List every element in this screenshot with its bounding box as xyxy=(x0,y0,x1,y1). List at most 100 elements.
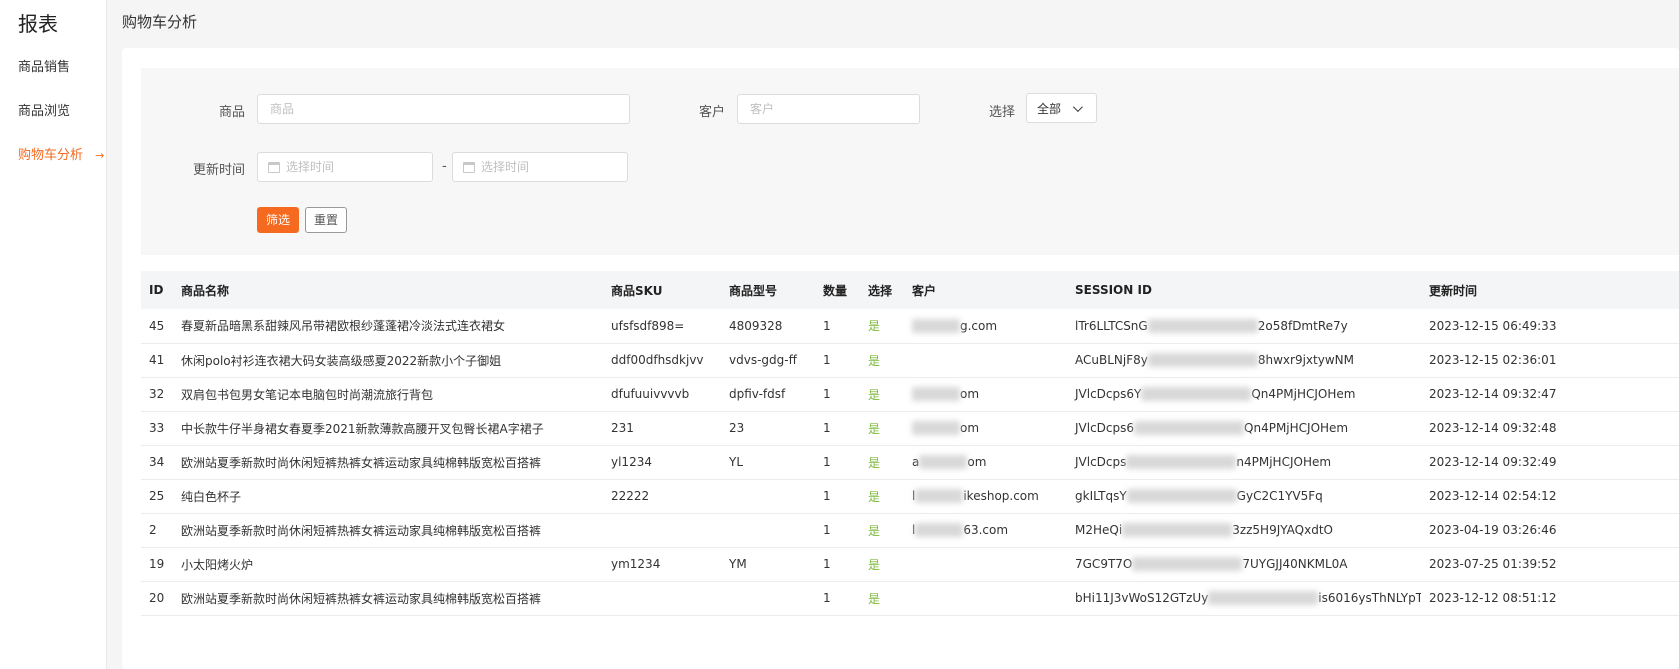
cell-select: 是 xyxy=(868,557,881,572)
cell-session-id: JVlcDcps n4PMjHCJOHem xyxy=(1067,445,1421,479)
table-row[interactable]: 20 欧洲站夏季新款时尚休闲短裤热裤女裤运动家具纯棉韩版宽松百搭裤 1 是 bHi11J… xyxy=(141,581,1679,615)
date-separator: - xyxy=(442,159,447,174)
col-id: ID xyxy=(149,283,164,297)
sidebar-item-product-browse[interactable]: 商品浏览 xyxy=(18,100,70,119)
redacted-blur xyxy=(912,421,960,436)
cell-update-time: 2023-12-15 02:36:01 xyxy=(1429,353,1557,367)
product-input[interactable] xyxy=(257,94,630,124)
cell-id: 45 xyxy=(149,318,165,333)
session-prefix: 7GC9T7O xyxy=(1075,556,1133,571)
cell-sku: ym1234 xyxy=(611,557,661,571)
cell-id: 32 xyxy=(149,387,165,401)
cell-customer: l ikeshop.com xyxy=(904,479,1067,513)
sidebar-item-label: 商品浏览 xyxy=(18,104,71,119)
cell-product-name: 欧洲站夏季新款时尚休闲短裤热裤女裤运动家具纯棉韩版宽松百搭裤 xyxy=(181,523,542,538)
session-prefix: gkILTqsY xyxy=(1075,488,1127,503)
cell-session-id: JVlcDcps6Y Qn4PMjHCJOHem xyxy=(1067,377,1421,411)
redacted-blur xyxy=(1122,523,1233,538)
cell-product-name: 中长款牛仔半身裙女春夏季2021新款薄款高腰开叉包臀长裙A字裙子 xyxy=(181,421,544,436)
cell-sku: ddf00dfhsdkjvv xyxy=(611,353,704,367)
redacted-blur xyxy=(919,455,968,470)
cell-qty: 1 xyxy=(823,591,831,605)
table-row[interactable]: 25 纯白色杯子 22222 1 是 l ikeshop.com gkILTqsY GyC2C1… xyxy=(141,479,1679,513)
product-label: 商品 xyxy=(218,105,245,120)
calendar-icon xyxy=(463,161,475,173)
customer-input[interactable] xyxy=(737,94,920,124)
cell-update-time: 2023-12-14 09:32:48 xyxy=(1429,421,1557,435)
sidebar-item-cart-analysis[interactable]: 购物车分析 → xyxy=(18,144,104,163)
cell-model: YL xyxy=(729,455,744,469)
sidebar-item-label: 购物车分析 xyxy=(18,148,84,163)
table-header-row: ID 商品名称 商品SKU 商品型号 数量 选择 客户 SESSION ID 更… xyxy=(141,271,1679,309)
cell-qty: 1 xyxy=(823,421,831,435)
cell-session-id: gkILTqsY GyC2C1YV5Fq xyxy=(1067,479,1421,513)
session-prefix: bHi11J3vWoS12GTzUy xyxy=(1075,590,1209,605)
cell-select: 是 xyxy=(868,523,881,538)
cell-id: 34 xyxy=(149,455,165,469)
session-suffix: 2o58fDmtRe7y xyxy=(1257,318,1348,333)
session-suffix: is6016ysThNLYpT9h xyxy=(1318,590,1421,605)
redacted-blur xyxy=(1132,557,1243,572)
cell-select: 是 xyxy=(868,591,881,606)
date-end-input[interactable]: 选择时间 xyxy=(452,152,628,182)
customer-label: 客户 xyxy=(698,105,725,120)
filter-panel: 商品 客户 选择 全部 更新时间 选择时间 - 选择时间 筛选 重置 xyxy=(141,68,1679,255)
reset-button[interactable]: 重置 xyxy=(305,207,348,233)
cell-qty: 1 xyxy=(823,557,831,571)
filter-button[interactable]: 筛选 xyxy=(257,207,300,233)
cell-session-id: JVlcDcps6 Qn4PMjHCJOHem xyxy=(1067,411,1421,445)
table-row[interactable]: 41 休闲polo衬衫连衣裙大码女装高级感夏2022新款小个子御姐 ddf00dfh… xyxy=(141,343,1679,377)
customer-suffix: om xyxy=(960,420,980,435)
customer-suffix: 63.com xyxy=(963,522,1009,537)
col-select: 选择 xyxy=(868,283,893,298)
app-root: 报表 商品销售 商品浏览 购物车分析 → 购物车分析 商品 客户 选择 全部 更… xyxy=(0,0,1679,669)
select-label: 选择 xyxy=(988,105,1015,120)
redacted-blur xyxy=(1208,591,1319,606)
customer-suffix: om xyxy=(967,454,987,469)
cell-qty: 1 xyxy=(823,489,831,503)
select-dropdown[interactable]: 全部 xyxy=(1026,93,1097,123)
col-model: 商品型号 xyxy=(729,283,778,298)
cell-sku: 22222 xyxy=(611,489,650,503)
redacted-blur xyxy=(915,489,964,504)
content-card: 商品 客户 选择 全部 更新时间 选择时间 - 选择时间 筛选 重置 xyxy=(122,48,1679,669)
session-prefix: JVlcDcps xyxy=(1075,454,1127,469)
cell-model xyxy=(721,581,815,615)
cell-update-time: 2023-04-19 03:26:46 xyxy=(1429,523,1557,537)
table-row[interactable]: 2 欧洲站夏季新款时尚休闲短裤热裤女裤运动家具纯棉韩版宽松百搭裤 1 是 l 63.com… xyxy=(141,513,1679,547)
redacted-blur xyxy=(1147,319,1258,333)
session-suffix: 7UYGJJ40NKML0A xyxy=(1242,556,1348,571)
cell-product-name: 纯白色杯子 xyxy=(181,489,242,504)
session-suffix: 8hwxr9jxtywNM xyxy=(1257,352,1354,367)
cell-id: 41 xyxy=(149,353,165,367)
cell-session-id: ACuBLNjF8y 8hwxr9jxtywNM xyxy=(1067,343,1421,377)
table-row[interactable]: 19 小太阳烤火炉 ym1234 YM 1 是 7GC9T7O 7UYGJJ40NKML0A 2… xyxy=(141,547,1679,581)
cell-model: 23 xyxy=(729,421,745,435)
redacted-blur xyxy=(912,387,960,402)
cell-sku xyxy=(603,513,721,547)
cell-id: 20 xyxy=(149,591,165,605)
update-time-label: 更新时间 xyxy=(192,163,245,178)
cell-update-time: 2023-12-14 09:32:49 xyxy=(1429,455,1557,469)
redacted-blur xyxy=(915,523,964,538)
session-suffix: Qn4PMjHCJOHem xyxy=(1251,386,1356,401)
sidebar-item-product-sales[interactable]: 商品销售 xyxy=(18,56,70,75)
table-row[interactable]: 45 春夏新品暗黑系甜辣风吊带裙欧根纱蓬蓬裙冷淡法式连衣裙女 ufsfsdf898=… xyxy=(141,309,1679,343)
session-prefix: lTr6LLTCSnG xyxy=(1075,318,1148,333)
cell-session-id: bHi11J3vWoS12GTzUy is6016ysThNLYpT9h xyxy=(1067,581,1421,615)
sidebar-item-label: 商品销售 xyxy=(18,60,71,75)
table-row[interactable]: 32 双肩包书包男女笔记本电脑包时尚潮流旅行背包 dfufuuivvvvb dpfiv… xyxy=(141,377,1679,411)
table-row[interactable]: 33 中长款牛仔半身裙女春夏季2021新款薄款高腰开叉包臀长裙A字裙子 231 23 1… xyxy=(141,411,1679,445)
cell-customer: l 63.com xyxy=(904,513,1067,547)
table-row[interactable]: 34 欧洲站夏季新款时尚休闲短裤热裤女裤运动家具纯棉韩版宽松百搭裤 yl1234 YL… xyxy=(141,445,1679,479)
cell-select: 是 xyxy=(868,489,881,504)
cell-product-name: 休闲polo衬衫连衣裙大码女装高级感夏2022新款小个子御姐 xyxy=(181,353,502,368)
cell-update-time: 2023-12-15 06:49:33 xyxy=(1429,318,1557,333)
cell-id: 2 xyxy=(149,523,157,537)
date-start-input[interactable]: 选择时间 xyxy=(257,152,433,182)
cell-id: 33 xyxy=(149,421,165,435)
session-suffix: Qn4PMjHCJOHem xyxy=(1244,420,1349,435)
cell-model: vdvs-gdg-ff xyxy=(729,353,797,367)
cell-update-time: 2023-12-14 02:54:12 xyxy=(1429,489,1557,503)
date-end-placeholder: 选择时间 xyxy=(481,160,530,174)
